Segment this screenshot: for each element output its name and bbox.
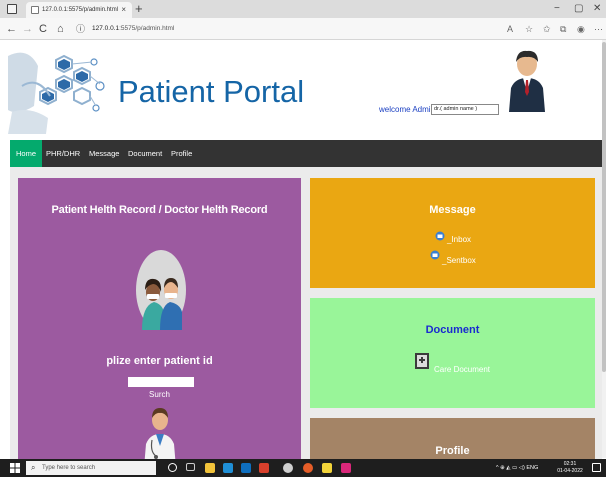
nav-profile[interactable]: Profile xyxy=(165,140,198,167)
minimize-button[interactable]: − xyxy=(554,0,560,18)
file-explorer-icon[interactable] xyxy=(205,463,215,473)
site-info-icon[interactable]: ⓘ xyxy=(76,22,85,36)
close-window-button[interactable]: ✕ xyxy=(593,0,601,18)
phr-card: Patient Helth Record / Doctor Helth Reco… xyxy=(18,178,301,468)
message-card: Message _Inbox _Sentbox xyxy=(310,178,595,288)
inbox-icon xyxy=(435,231,445,241)
back-button[interactable]: ← xyxy=(6,22,17,36)
document-icon xyxy=(415,353,429,369)
search-button[interactable]: Surch xyxy=(18,390,301,399)
nav-phr-dhr[interactable]: PHR/DHR xyxy=(40,140,86,167)
taskbar-clock[interactable]: 02:31 01-04-2022 xyxy=(555,461,585,475)
task-view-icon[interactable] xyxy=(186,463,195,471)
settings-gear-icon[interactable] xyxy=(283,463,293,473)
clock-time: 02:31 xyxy=(563,461,577,467)
page-favicon-icon xyxy=(31,6,39,14)
url-field[interactable]: 127.0.0.1:5575/p/admin.html xyxy=(92,23,174,35)
medical-logo-icon xyxy=(8,46,116,134)
inbox-link[interactable]: _Inbox xyxy=(447,235,471,244)
main-navbar: Home PHR/DHR Message Document Profile xyxy=(10,140,602,167)
read-aloud-icon[interactable]: A xyxy=(507,23,513,35)
page-scrollbar[interactable] xyxy=(602,40,606,458)
nav-message[interactable]: Message xyxy=(83,140,125,167)
more-menu-icon[interactable]: ⋯ xyxy=(594,23,603,35)
admin-name-field[interactable]: dr.( admin name ) xyxy=(431,104,499,115)
cortana-icon[interactable] xyxy=(168,463,177,472)
url-path: :5575/p/admin.html xyxy=(119,25,175,32)
browser-tab[interactable]: 127.0.0.1:5575/p/admin.html × xyxy=(26,2,132,18)
reload-button[interactable]: C xyxy=(39,22,47,36)
taskbar-search-box[interactable]: ⌕ Type here to search xyxy=(26,461,156,475)
profile-card-title: Profile xyxy=(435,445,470,457)
edge-browser-icon[interactable] xyxy=(223,463,233,473)
forward-button[interactable]: → xyxy=(22,22,33,36)
document-card-title: Document xyxy=(425,324,480,336)
phr-card-title: Patient Helth Record / Doctor Helth Reco… xyxy=(51,204,268,216)
screen: 127.0.0.1:5575/p/admin.html × + − ▢ ✕ ← … xyxy=(0,0,606,477)
admin-avatar-icon xyxy=(509,50,545,112)
patient-id-input[interactable] xyxy=(128,377,194,387)
new-tab-button[interactable]: + xyxy=(135,0,143,18)
url-host: 127.0.0.1 xyxy=(92,25,120,32)
windows-taskbar: ⌕ Type here to search ^ ⊕ ◭ ▭ ◁) ENG 02:… xyxy=(0,459,606,477)
tab-close-icon[interactable]: × xyxy=(121,2,126,18)
office-icon[interactable] xyxy=(259,463,269,473)
tab-title: 127.0.0.1:5575/p/admin.html xyxy=(42,7,119,13)
care-document-link[interactable]: Care Document xyxy=(434,365,490,374)
system-tray[interactable]: ^ ⊕ ◭ ▭ ◁) ENG xyxy=(496,459,538,477)
collections-icon[interactable]: ⧉ xyxy=(560,23,566,35)
maximize-button[interactable]: ▢ xyxy=(574,0,583,18)
scrollbar-thumb[interactable] xyxy=(602,42,606,372)
taskbar-search-placeholder: Type here to search xyxy=(42,465,96,471)
search-icon: ⌕ xyxy=(31,463,36,472)
patient-id-prompt: plize enter patient id xyxy=(106,355,213,367)
patients-icon xyxy=(136,250,186,330)
sentbox-link[interactable]: _Sentbox xyxy=(442,256,476,265)
favorite-star-icon[interactable]: ☆ xyxy=(525,23,533,35)
app-shortcut-icon[interactable] xyxy=(322,463,332,473)
notification-icon[interactable] xyxy=(592,463,601,472)
clock-date: 01-04-2022 xyxy=(557,468,583,474)
nav-document[interactable]: Document xyxy=(122,140,168,167)
app-shortcut-2-icon[interactable] xyxy=(341,463,351,473)
window-menu-icon[interactable] xyxy=(7,4,17,14)
nav-home[interactable]: Home xyxy=(10,140,43,167)
windows-start-icon[interactable] xyxy=(10,463,20,473)
sentbox-icon xyxy=(430,250,440,260)
chrome-icon[interactable] xyxy=(303,463,313,473)
document-card: Document Care Document xyxy=(310,298,595,408)
message-card-title: Message xyxy=(429,204,476,216)
page-header: Patient Portal welcome Admin : dr.( admi… xyxy=(0,40,602,140)
browser-address-bar: ← → C ⌂ ⓘ 127.0.0.1:5575/p/admin.html A … xyxy=(0,18,606,40)
profile-icon[interactable]: ◉ xyxy=(577,23,585,35)
browser-tab-strip: 127.0.0.1:5575/p/admin.html × + − ▢ ✕ xyxy=(0,0,606,18)
site-title: Patient Portal xyxy=(118,74,305,109)
favorites-icon[interactable]: ✩ xyxy=(543,23,551,35)
home-button[interactable]: ⌂ xyxy=(57,22,64,36)
store-icon[interactable] xyxy=(241,463,251,473)
